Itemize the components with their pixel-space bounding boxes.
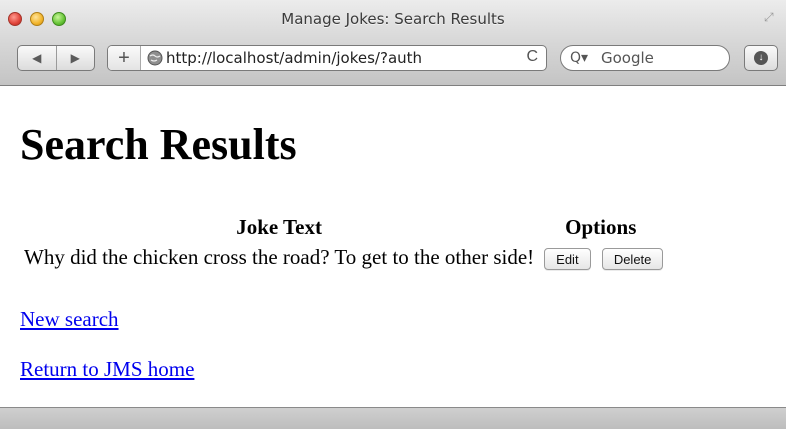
results-table: Joke Text Options Why did the chicken cr… bbox=[20, 211, 667, 273]
status-bar bbox=[0, 407, 786, 429]
new-search-link[interactable]: New search bbox=[20, 307, 119, 332]
page-title: Search Results bbox=[20, 120, 297, 169]
forward-button[interactable]: ▶ bbox=[57, 46, 95, 70]
column-header-joke-text: Joke Text bbox=[236, 214, 322, 239]
table-header-row: Joke Text Options bbox=[24, 213, 663, 241]
search-icon[interactable]: Q▾ bbox=[570, 50, 588, 66]
back-button[interactable]: ◀ bbox=[18, 46, 57, 70]
browser-window: Manage Jokes: Search Results ⤢ ◀ ▶ + htt… bbox=[0, 0, 786, 429]
download-icon: ↓ bbox=[754, 51, 768, 65]
globe-icon bbox=[147, 50, 163, 66]
return-home-link[interactable]: Return to JMS home bbox=[20, 357, 194, 382]
page-content: Search Results Joke Text Options Why did… bbox=[0, 87, 786, 407]
column-header-options: Options bbox=[565, 214, 637, 239]
window-title: Manage Jokes: Search Results bbox=[281, 10, 505, 28]
browser-chrome: Manage Jokes: Search Results ⤢ ◀ ▶ + htt… bbox=[0, 0, 786, 86]
address-bar[interactable]: + http://localhost/admin/jokes/?auth C bbox=[107, 45, 547, 71]
back-arrow-icon: ◀ bbox=[32, 51, 42, 65]
fullscreen-icon[interactable]: ⤢ bbox=[764, 10, 778, 24]
back-forward-group: ◀ ▶ bbox=[17, 45, 95, 71]
url-text[interactable]: http://localhost/admin/jokes/?auth bbox=[166, 49, 506, 67]
edit-button[interactable]: Edit bbox=[544, 247, 591, 270]
options-cell: Edit Delete bbox=[538, 243, 664, 271]
table-row: Why did the chicken cross the road? To g… bbox=[24, 243, 664, 271]
plus-icon: + bbox=[118, 46, 130, 69]
delete-button[interactable]: Delete bbox=[601, 247, 664, 270]
joke-text-cell: Why did the chicken cross the road? To g… bbox=[24, 244, 535, 269]
add-bookmark-button[interactable]: + bbox=[108, 46, 141, 70]
forward-arrow-icon: ▶ bbox=[70, 51, 80, 65]
downloads-button[interactable]: ↓ bbox=[744, 45, 778, 71]
search-field[interactable]: Q▾ Google bbox=[560, 45, 730, 71]
reload-icon[interactable]: C bbox=[526, 48, 538, 66]
search-placeholder: Google bbox=[601, 49, 654, 67]
